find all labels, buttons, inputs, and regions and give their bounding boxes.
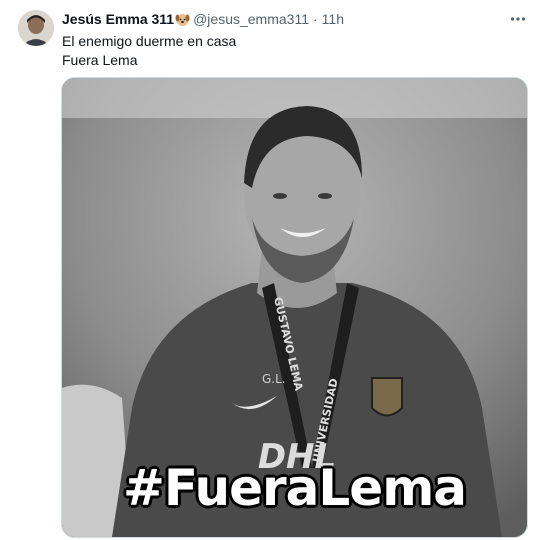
timestamp[interactable]: 11h [322,11,344,27]
avatar[interactable] [18,10,54,46]
more-horizontal-icon[interactable] [509,10,527,28]
dog-face-icon [175,12,190,27]
shirt-initials: G.L. [262,372,286,386]
tweet-image[interactable]: DHL G.L. GUSTAVO LEMA UNIVERSIDAD #Fuera… [61,77,528,538]
tweet-text-line-1: El enemigo duerme en casa [62,33,237,49]
tweet-header: Jesús Emma 311 @jesus_emma311 · 11h [62,10,527,28]
author-handle[interactable]: @jesus_emma311 [193,11,309,27]
tweet-text-line-2: Fuera Lema [62,52,138,68]
author-name[interactable]: Jesús Emma 311 [62,11,174,27]
tweet[interactable]: Jesús Emma 311 @jesus_emma311 · 11h El e… [0,0,541,540]
tweet-text: El enemigo duerme en casa Fuera Lema [62,32,236,70]
separator-dot: · [313,11,318,27]
image-caption: #FueraLema [122,459,467,517]
